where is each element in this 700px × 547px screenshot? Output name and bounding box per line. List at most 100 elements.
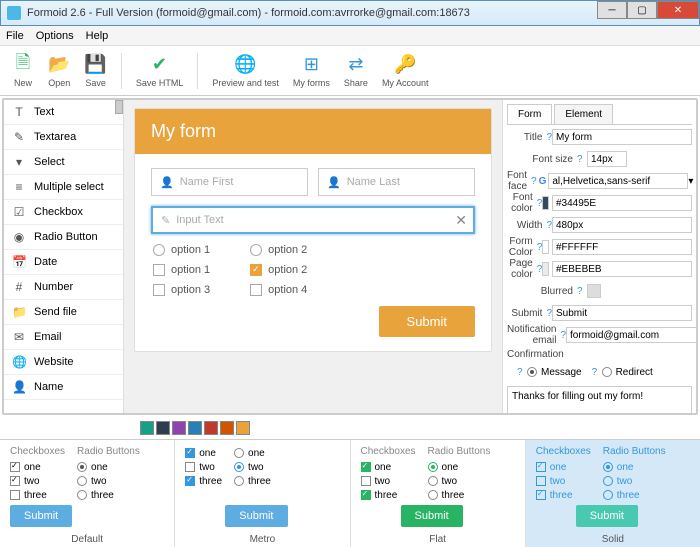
checkbox-icon: ☑ <box>12 205 26 219</box>
delete-field-icon[interactable]: ✕ <box>455 212 467 229</box>
widget-website[interactable]: 🌐Website <box>4 350 123 375</box>
widget-text[interactable]: TText <box>4 100 123 125</box>
checkbox-icon <box>536 462 546 472</box>
save-html-button[interactable]: ✔Save HTML <box>132 52 188 90</box>
email-input[interactable] <box>566 327 696 343</box>
radio-option1[interactable]: option 1 <box>153 244 210 256</box>
widget-name[interactable]: 👤Name <box>4 375 123 400</box>
color-swatch[interactable] <box>542 262 549 276</box>
confirmation-text[interactable]: Thanks for filling out my form! <box>507 386 692 413</box>
check-option4[interactable]: option 4 <box>250 284 307 296</box>
theme-default[interactable]: Checkboxes one two three Radio Buttons o… <box>0 440 175 547</box>
fontface-input[interactable] <box>548 173 688 189</box>
title-input[interactable] <box>552 129 692 145</box>
widget-textarea[interactable]: ✎Textarea <box>4 125 123 150</box>
maximize-button[interactable]: ▢ <box>627 1 657 19</box>
radio-icon <box>234 462 244 472</box>
menu-options[interactable]: Options <box>36 30 74 42</box>
solid-submit[interactable]: Submit <box>576 505 638 527</box>
swatch-amber[interactable] <box>236 421 250 435</box>
radio-option2[interactable]: option 2 <box>250 244 307 256</box>
swatch-dark[interactable] <box>156 421 170 435</box>
name-icon: 👤 <box>12 380 26 394</box>
checkbox-icon <box>361 476 371 486</box>
widget-number[interactable]: #Number <box>4 275 123 300</box>
radio-icon <box>77 462 87 472</box>
theme-previews: Checkboxes one two three Radio Buttons o… <box>0 439 700 547</box>
formcolor-input[interactable] <box>552 239 692 255</box>
fontface-label: Font face <box>507 170 531 192</box>
flat-submit[interactable]: Submit <box>401 505 463 527</box>
fontsize-input[interactable] <box>587 151 627 167</box>
fontcolor-input[interactable] <box>552 195 692 211</box>
radio-icon <box>428 490 438 500</box>
help-icon[interactable]: ? <box>531 176 537 187</box>
file-icon: 🗎 <box>16 54 30 76</box>
open-button[interactable]: 📂Open <box>44 52 74 90</box>
widget-sendfile[interactable]: 📁Send file <box>4 300 123 325</box>
widget-email[interactable]: ✉Email <box>4 325 123 350</box>
minimize-button[interactable]: ─ <box>597 1 627 19</box>
menu-file[interactable]: File <box>6 30 24 42</box>
tab-element[interactable]: Element <box>554 104 613 124</box>
share-icon: ⇄ <box>348 54 363 76</box>
new-button[interactable]: 🗎New <box>8 52 38 90</box>
swatch-teal[interactable] <box>140 421 154 435</box>
swatch-red[interactable] <box>204 421 218 435</box>
help-icon[interactable]: ? <box>517 367 527 378</box>
form-submit-button[interactable]: Submit <box>379 306 475 337</box>
swatch-blue[interactable] <box>188 421 202 435</box>
share-button[interactable]: ⇄Share <box>340 52 372 90</box>
widget-radio[interactable]: ◉Radio Button <box>4 225 123 250</box>
widget-multiselect[interactable]: ≡Multiple select <box>4 175 123 200</box>
checkbox-icon <box>10 462 20 472</box>
help-icon[interactable]: ? <box>577 154 587 165</box>
form-canvas[interactable]: My form 👤Name First 👤Name Last ✎Input Te… <box>124 100 502 413</box>
theme-metro[interactable]: one two three one two three Submit Metro <box>175 440 350 547</box>
submit-input[interactable] <box>552 305 692 321</box>
radio-icon <box>234 448 244 458</box>
color-swatch[interactable] <box>542 240 549 254</box>
check-option3[interactable]: option 3 <box>153 284 210 296</box>
radio-icon <box>603 462 613 472</box>
name-last-field[interactable]: 👤Name Last <box>318 168 475 196</box>
redirect-radio[interactable] <box>602 367 612 377</box>
help-icon[interactable]: ? <box>577 286 587 297</box>
color-swatch[interactable] <box>542 196 549 210</box>
account-button[interactable]: 🔑My Account <box>378 52 433 90</box>
myforms-button[interactable]: ⊞My forms <box>289 52 334 90</box>
radio-icon <box>603 490 613 500</box>
name-first-field[interactable]: 👤Name First <box>151 168 308 196</box>
menu-help[interactable]: Help <box>86 30 109 42</box>
metro-submit[interactable]: Submit <box>225 505 287 527</box>
swatch-orange[interactable] <box>220 421 234 435</box>
scroll-thumb[interactable] <box>115 100 123 114</box>
close-button[interactable]: ✕ <box>657 1 699 19</box>
check-option1[interactable]: option 1 <box>153 264 210 276</box>
width-input[interactable] <box>552 217 692 233</box>
pagecolor-input[interactable] <box>552 261 692 277</box>
preview-button[interactable]: 🌐Preview and test <box>208 52 283 90</box>
theme-solid[interactable]: Checkboxes one two three Radio Buttons o… <box>526 440 700 547</box>
theme-flat[interactable]: Checkboxes one two three Radio Buttons o… <box>351 440 526 547</box>
tab-form[interactable]: Form <box>507 104 552 124</box>
save-button[interactable]: 💾Save <box>80 52 110 90</box>
widget-checkbox[interactable]: ☑Checkbox <box>4 200 123 225</box>
input-text-field[interactable]: ✎Input Text✕ <box>151 206 475 234</box>
message-radio[interactable] <box>527 367 537 377</box>
key-icon: 🔑 <box>394 54 416 76</box>
default-submit[interactable]: Submit <box>10 505 72 527</box>
google-fonts-icon: G <box>539 176 547 187</box>
radio-icon <box>77 476 87 486</box>
form-title[interactable]: My form <box>135 109 491 154</box>
widget-date[interactable]: 📅Date <box>4 250 123 275</box>
dropdown-icon[interactable]: ▾ <box>688 176 693 187</box>
confirmation-label: Confirmation <box>507 349 692 360</box>
save-icon: 💾 <box>84 54 106 76</box>
check-option2[interactable]: option 2 <box>250 264 307 276</box>
swatch-purple[interactable] <box>172 421 186 435</box>
widget-select[interactable]: ▾Select <box>4 150 123 175</box>
help-icon[interactable]: ? <box>592 367 602 378</box>
blurred-checkbox[interactable] <box>587 284 601 298</box>
radio-icon <box>234 476 244 486</box>
